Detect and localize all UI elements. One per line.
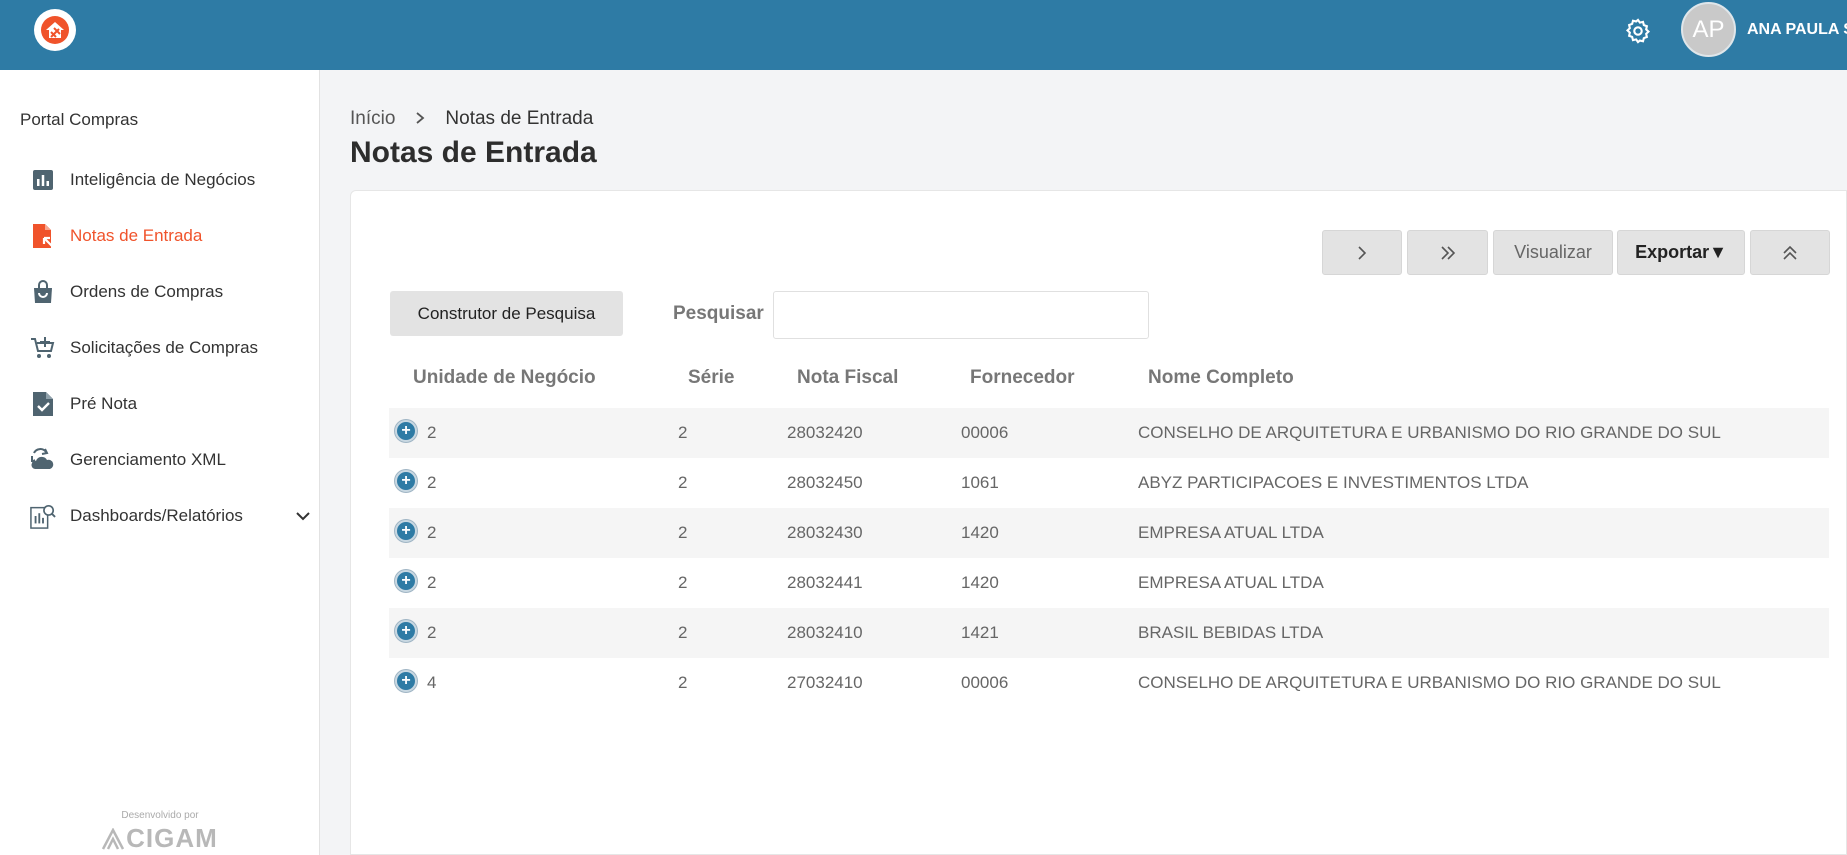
bar-chart-icon	[30, 167, 56, 193]
search-builder-button[interactable]: Construtor de Pesquisa	[390, 291, 623, 336]
cell-nome-completo: BRASIL BEBIDAS LTDA	[1138, 623, 1324, 642]
sidebar-item-label: Ordens de Compras	[70, 282, 224, 301]
content-panel: Visualizar Exportar▼ Construtor de Pesqu…	[350, 190, 1847, 855]
table-row[interactable]: + 2 2 28032450 1061 ABYZ PARTICIPACOES E…	[389, 458, 1829, 508]
double-chevron-right-icon	[1440, 245, 1455, 260]
table-row[interactable]: + 2 2 28032410 1421 BRASIL BEBIDAS LTDA	[389, 608, 1829, 658]
exportar-dropdown-button[interactable]: Exportar▼	[1617, 230, 1745, 275]
column-header-nota-fiscal[interactable]: Nota Fiscal	[797, 367, 898, 389]
expand-row-icon[interactable]: +	[395, 570, 417, 592]
breadcrumb-current: Notas de Entrada	[445, 108, 594, 129]
column-header-nome-completo[interactable]: Nome Completo	[1148, 367, 1294, 389]
table-row[interactable]: + 2 2 28032441 1420 EMPRESA ATUAL LTDA	[389, 558, 1829, 608]
cell-unidade: 2	[427, 573, 437, 592]
shopping-bag-icon	[30, 279, 56, 305]
cell-nota-fiscal: 28032420	[787, 423, 863, 442]
chevron-right-icon	[415, 109, 425, 130]
cloud-transfer-icon	[30, 447, 56, 473]
breadcrumb-home-link[interactable]: Início	[350, 108, 395, 130]
cell-nota-fiscal: 28032410	[787, 623, 863, 642]
double-chevron-up-icon	[1783, 245, 1797, 260]
invoice-file-icon	[30, 223, 56, 249]
credit-caption: Desenvolvido por	[121, 810, 199, 821]
cell-serie: 2	[678, 523, 688, 542]
sidebar-item-label: Inteligência de Negócios	[70, 170, 256, 189]
cell-unidade: 2	[427, 473, 437, 492]
sidebar-item-gerenciamento-xml[interactable]: Gerenciamento XML	[30, 440, 300, 480]
user-avatar[interactable]: AP	[1681, 2, 1736, 57]
cell-fornecedor: 1421	[961, 623, 999, 642]
column-header-serie[interactable]: Série	[688, 367, 734, 389]
user-name[interactable]: ANA PAULA S	[1747, 21, 1847, 39]
report-search-icon	[30, 503, 56, 529]
visualizar-button[interactable]: Visualizar	[1493, 230, 1613, 275]
cart-add-icon	[30, 335, 56, 361]
last-page-button[interactable]	[1407, 230, 1488, 275]
cell-nome-completo: ABYZ PARTICIPACOES E INVESTIMENTOS LTDA	[1138, 473, 1529, 492]
developer-credit: Desenvolvido por CIGAM	[100, 810, 220, 854]
cell-nome-completo: CONSELHO DE ARQUITETURA E URBANISMO DO R…	[1138, 423, 1721, 442]
sidebar-item-label: Dashboards/Relatórios	[70, 506, 243, 525]
cell-nome-completo: EMPRESA ATUAL LTDA	[1138, 573, 1324, 592]
cell-nota-fiscal: 28032441	[787, 573, 863, 592]
sidebar-item-pre-nota[interactable]: Pré Nota	[30, 384, 300, 424]
sidebar: Portal Compras Inteligência de Negócios …	[0, 70, 320, 855]
cell-fornecedor: 00006	[961, 423, 1009, 442]
sidebar-item-dashboards-relatorios[interactable]: Dashboards/Relatórios	[30, 496, 310, 536]
cell-unidade: 2	[427, 623, 437, 642]
sidebar-item-label: Solicitações de Compras	[70, 338, 259, 357]
cell-nome-completo: EMPRESA ATUAL LTDA	[1138, 523, 1324, 542]
cell-serie: 2	[678, 423, 688, 442]
breadcrumb: Início Notas de Entrada	[350, 108, 593, 130]
cell-unidade: 4	[427, 673, 437, 692]
home-logo-icon	[41, 16, 69, 44]
cell-unidade: 2	[427, 523, 437, 542]
sidebar-item-inteligencia-negocios[interactable]: Inteligência de Negócios	[30, 160, 300, 200]
table-row[interactable]: + 2 2 28032420 00006 CONSELHO DE ARQUITE…	[389, 408, 1829, 458]
cell-serie: 2	[678, 673, 688, 692]
expand-row-icon[interactable]: +	[395, 670, 417, 692]
cell-fornecedor: 00006	[961, 673, 1009, 692]
cigam-mark-icon	[102, 827, 125, 850]
search-input[interactable]	[773, 291, 1149, 339]
column-header-fornecedor[interactable]: Fornecedor	[970, 367, 1075, 389]
sidebar-item-ordens-compras[interactable]: Ordens de Compras	[30, 272, 300, 312]
cell-nota-fiscal: 27032410	[787, 673, 863, 692]
top-header-bar: AP ANA PAULA S	[0, 0, 1847, 70]
sidebar-item-label: Notas de Entrada	[70, 226, 203, 245]
expand-row-icon[interactable]: +	[395, 470, 417, 492]
cigam-logo: CIGAM	[100, 823, 220, 854]
sidebar-title: Portal Compras	[20, 110, 139, 129]
cell-fornecedor: 1061	[961, 473, 999, 492]
cell-unidade: 2	[427, 423, 437, 442]
cell-fornecedor: 1420	[961, 573, 999, 592]
column-header-unidade-negocio[interactable]: Unidade de Negócio	[413, 367, 596, 389]
app-logo[interactable]	[34, 9, 76, 51]
cell-nota-fiscal: 28032430	[787, 523, 863, 542]
expand-row-icon[interactable]: +	[395, 620, 417, 642]
cell-serie: 2	[678, 623, 688, 642]
cell-nota-fiscal: 28032450	[787, 473, 863, 492]
expand-row-icon[interactable]: +	[395, 420, 417, 442]
cell-serie: 2	[678, 473, 688, 492]
cell-nome-completo: CONSELHO DE ARQUITETURA E URBANISMO DO R…	[1138, 673, 1721, 692]
chevron-down-icon[interactable]	[295, 508, 311, 524]
expand-row-icon[interactable]: +	[395, 520, 417, 542]
sidebar-item-notas-entrada[interactable]: Notas de Entrada	[30, 216, 300, 256]
page-title: Notas de Entrada	[350, 136, 597, 169]
table-row[interactable]: + 2 2 28032430 1420 EMPRESA ATUAL LTDA	[389, 508, 1829, 558]
file-check-icon	[30, 391, 56, 417]
next-page-button[interactable]	[1322, 230, 1402, 275]
sidebar-item-label: Pré Nota	[70, 394, 138, 413]
collapse-button[interactable]	[1750, 230, 1830, 275]
table-row[interactable]: + 4 2 27032410 00006 CONSELHO DE ARQUITE…	[389, 658, 1829, 708]
settings-gear-icon[interactable]	[1624, 17, 1652, 45]
search-label: Pesquisar	[673, 303, 764, 324]
sidebar-item-solicitacoes-compras[interactable]: Solicitações de Compras	[30, 328, 300, 368]
chevron-right-icon	[1358, 245, 1367, 260]
cell-fornecedor: 1420	[961, 523, 999, 542]
cigam-brand-text: CIGAM	[126, 823, 218, 853]
cell-serie: 2	[678, 573, 688, 592]
sidebar-item-label: Gerenciamento XML	[70, 450, 226, 469]
